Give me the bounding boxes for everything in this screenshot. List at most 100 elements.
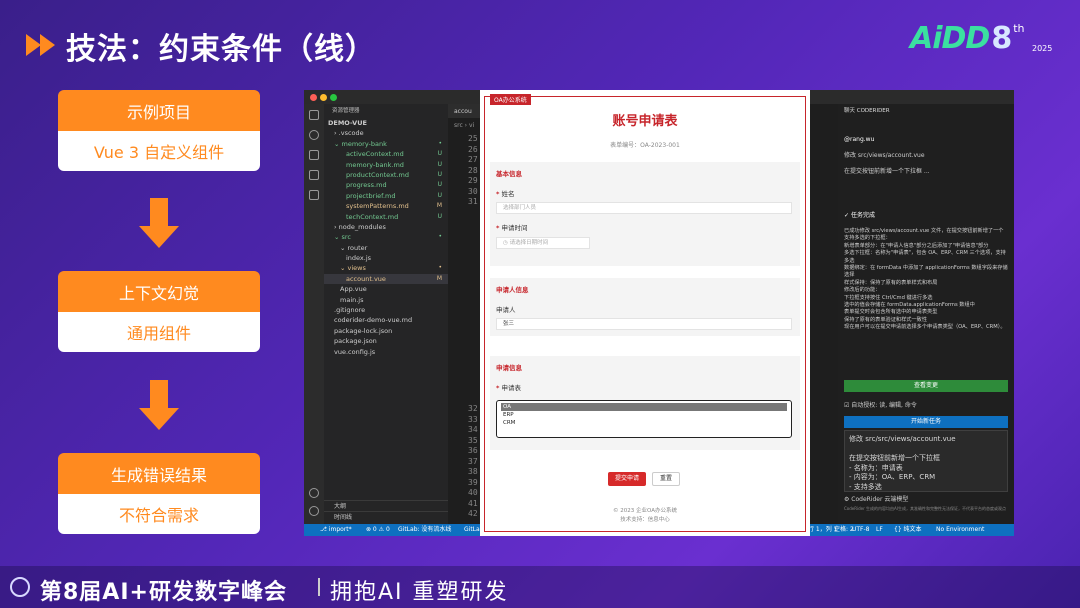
timeline-section[interactable]: 时间线 xyxy=(324,511,448,522)
result-line: 修改后的功能： xyxy=(844,287,881,294)
account-icon[interactable] xyxy=(309,488,319,498)
status-indent[interactable]: 空格: 2 xyxy=(834,524,854,536)
code-editor[interactable]: accou src › vi 25 26 27 28 29 30 31 32 33 34 35 36… xyxy=(448,104,482,524)
file-tree-item[interactable]: .gitignore xyxy=(324,305,448,315)
file-tree-item[interactable]: App.vue xyxy=(324,284,448,294)
file-name: .gitignore xyxy=(334,306,366,315)
file-tree-item[interactable]: ⌄ src • xyxy=(324,232,448,242)
flow-card-result: 生成错误结果 不符合需求 xyxy=(58,453,260,534)
file-tree-item[interactable]: ⌄ router xyxy=(324,243,448,253)
double-arrow-icon xyxy=(26,34,58,56)
file-tree-item[interactable]: vue.config.js xyxy=(324,347,448,357)
run-debug-icon[interactable] xyxy=(309,170,319,180)
status-environment[interactable]: No Environment xyxy=(936,524,984,536)
reset-button[interactable]: 重置 xyxy=(652,472,680,486)
file-tree-item[interactable]: techContext.md U xyxy=(324,212,448,222)
flow-card-desc: Vue 3 自定义组件 xyxy=(58,131,260,171)
status-branch[interactable]: ⎇ import* xyxy=(320,524,352,536)
project-root[interactable]: DEMO-VUE xyxy=(324,118,448,128)
line-number: 36 xyxy=(468,446,478,455)
flow-card-project: 示例项目 Vue 3 自定义组件 xyxy=(58,90,260,171)
input-line: 修改 src/src/views/account.vue xyxy=(849,435,956,443)
task-status: ✓ 任务完成 xyxy=(844,212,875,219)
auto-approve-label: 自动授权: 读, 编辑, 命令 xyxy=(851,402,917,409)
maximize-icon[interactable] xyxy=(330,94,337,101)
file-tree-item[interactable]: account.vue M xyxy=(324,273,448,285)
disclaimer: CodeRider 生成的内容均由AI生成，其准确性和完整性无法保证，不代表平台… xyxy=(844,506,1006,511)
close-icon[interactable] xyxy=(310,94,317,101)
file-name: account.vue xyxy=(346,274,386,283)
file-tree-item[interactable]: productContext.md U xyxy=(324,170,448,180)
view-changes-button[interactable]: 查看变更 xyxy=(844,380,1008,392)
file-tree-item[interactable]: coderider-demo-vue.md xyxy=(324,315,448,325)
name-select[interactable]: 选择部门人员 xyxy=(496,202,792,214)
files-icon[interactable] xyxy=(309,110,319,120)
file-name: productContext.md xyxy=(346,170,409,179)
model-selector[interactable]: ⚙ CodeRider 云端模型 xyxy=(844,496,1008,505)
status-eol[interactable]: LF xyxy=(876,524,883,536)
system-badge: OA办公系统 xyxy=(490,94,531,105)
status-problems[interactable]: ⊗ 0 ⚠ 0 xyxy=(366,524,390,536)
file-name: progress.md xyxy=(346,181,387,190)
file-name: activeContext.md xyxy=(346,150,404,159)
file-name: index.js xyxy=(346,254,372,263)
file-tree-item[interactable]: progress.md U xyxy=(324,180,448,190)
option-erp[interactable]: ERP xyxy=(501,411,787,419)
result-line: 数据绑定：在 formData 中添加了 applicationForms 数组… xyxy=(844,265,1008,279)
source-control-icon[interactable] xyxy=(309,150,319,160)
file-tree-item[interactable]: projectbrief.md U xyxy=(324,191,448,201)
new-task-button[interactable]: 开始新任务 xyxy=(844,416,1008,428)
app-form-multiselect[interactable]: OA ERP CRM xyxy=(496,400,792,438)
status-gitlab-2[interactable]: GitLa xyxy=(464,524,480,536)
file-name: projectbrief.md xyxy=(346,191,396,200)
footer-slogan: 拥抱AI 重塑研发 xyxy=(330,580,509,605)
input-line: - 名称为：申请表 xyxy=(849,463,903,472)
input-line: - 内容为：OA、ERP、CRM xyxy=(849,473,936,481)
file-tree-item[interactable]: index.js xyxy=(324,253,448,263)
option-crm[interactable]: CRM xyxy=(501,419,787,427)
status-language[interactable]: {} 纯文本 xyxy=(894,524,922,536)
chat-request-detail: 在提交按钮前新增一个下拉框 ... xyxy=(844,168,930,175)
chat-input[interactable]: 修改 src/src/views/account.vue 在提交按钮前新增一个下拉… xyxy=(844,430,1008,492)
section-title: 基本信息 xyxy=(496,170,522,178)
auto-approve-toggle[interactable]: ☑ 自动授权: 读, 编辑, 命令 xyxy=(844,402,1008,411)
form-title: 账号申请表 xyxy=(612,114,678,129)
file-tree-item[interactable]: ⌄ views • xyxy=(324,263,448,273)
file-tree-item[interactable]: systemPatterns.md M xyxy=(324,201,448,211)
file-tree-item[interactable]: main.js xyxy=(324,295,448,305)
git-status-badge: U xyxy=(437,212,442,220)
git-status-badge: • xyxy=(438,139,442,147)
git-status-badge: U xyxy=(437,181,442,189)
file-tree-item[interactable]: package.json xyxy=(324,336,448,346)
file-tree-item[interactable]: activeContext.md U xyxy=(324,149,448,159)
status-gitlab[interactable]: GitLab: 没有流水线 xyxy=(398,524,451,536)
search-icon[interactable] xyxy=(309,130,319,140)
gear-icon[interactable] xyxy=(309,506,319,516)
file-tree-item[interactable]: › .vscode xyxy=(324,128,448,138)
status-encoding[interactable]: UTF-8 xyxy=(852,524,870,536)
file-tree-item[interactable]: ⌄ memory-bank • xyxy=(324,139,448,149)
outline-section[interactable]: 大纲 xyxy=(324,500,448,511)
git-status-badge: • xyxy=(438,233,442,241)
line-number: 40 xyxy=(468,488,478,497)
file-explorer: 资源管理器 DEMO-VUE › .vscode ⌄ memory-bank • ac… xyxy=(324,104,448,524)
file-tree-item[interactable]: memory-bank.md U xyxy=(324,160,448,170)
slide-title: 技法：约束条件（线） xyxy=(66,32,376,67)
editor-tab[interactable]: accou xyxy=(448,104,482,118)
breadcrumb: src › vi xyxy=(454,122,475,129)
extensions-icon[interactable] xyxy=(309,190,319,200)
minimize-icon[interactable] xyxy=(320,94,327,101)
flow-card-title: 生成错误结果 xyxy=(58,453,260,494)
applicant-input[interactable]: 张三 xyxy=(496,318,792,330)
file-tree-item[interactable]: › node_modules xyxy=(324,222,448,232)
file-tree-item[interactable]: package-lock.json xyxy=(324,326,448,336)
option-oa[interactable]: OA xyxy=(501,403,787,411)
down-arrow-icon xyxy=(139,198,179,250)
submit-button[interactable]: 提交申请 xyxy=(608,472,646,486)
line-number: 35 xyxy=(468,435,478,445)
time-label: * 申请时间 xyxy=(496,224,528,232)
apply-info-section: 申请信息 * 申请表 OA ERP CRM xyxy=(490,356,800,450)
time-picker[interactable]: ◷ 请选择日期时间 xyxy=(496,237,590,249)
git-status-badge: M xyxy=(436,202,442,210)
git-status-badge: U xyxy=(437,160,442,168)
